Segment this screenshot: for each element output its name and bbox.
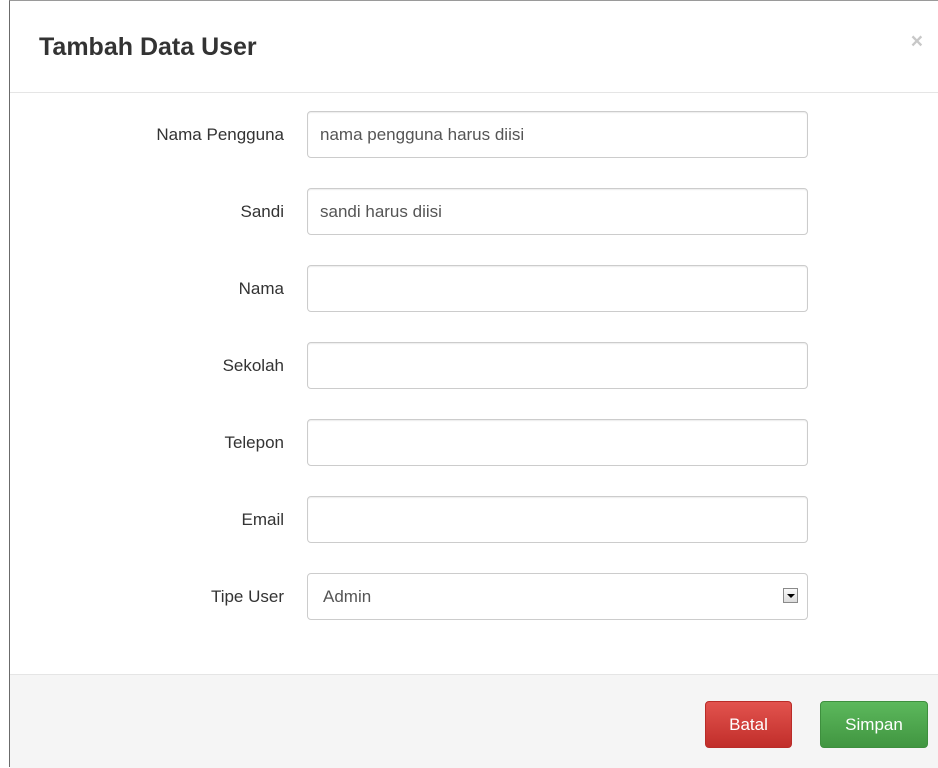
modal-header: Tambah Data User × (10, 1, 938, 93)
form-row-telepon: Telepon (10, 419, 938, 466)
nama-pengguna-input[interactable] (307, 111, 808, 158)
sandi-label: Sandi (240, 202, 284, 221)
sekolah-input[interactable] (307, 342, 808, 389)
email-input[interactable] (307, 496, 808, 543)
form-row-sekolah: Sekolah (10, 342, 938, 389)
tipe-user-select[interactable]: Admin (307, 573, 808, 620)
sandi-input[interactable] (307, 188, 808, 235)
form-row-tipe-user: Tipe User Admin (10, 573, 938, 620)
dropdown-arrow-icon[interactable] (783, 588, 798, 603)
telepon-input[interactable] (307, 419, 808, 466)
cancel-button[interactable]: Batal (705, 701, 792, 748)
nama-input[interactable] (307, 265, 808, 312)
form-row-nama: Nama (10, 265, 938, 312)
form-row-sandi: Sandi (10, 188, 938, 235)
save-button[interactable]: Simpan (820, 701, 928, 748)
close-icon[interactable]: × (911, 31, 923, 53)
form-row-nama-pengguna: Nama Pengguna (10, 111, 938, 158)
add-user-modal: Tambah Data User × Nama Pengguna Sandi N… (9, 0, 938, 768)
sekolah-label: Sekolah (222, 356, 284, 375)
modal-title: Tambah Data User (39, 33, 257, 61)
nama-label: Nama (238, 279, 284, 298)
tipe-user-selected-value: Admin (323, 587, 372, 606)
modal-footer: Batal Simpan (10, 674, 938, 768)
tipe-user-label: Tipe User (210, 587, 284, 606)
telepon-label: Telepon (224, 433, 284, 452)
email-label: Email (241, 510, 284, 529)
form-row-email: Email (10, 496, 938, 543)
nama-pengguna-label: Nama Pengguna (156, 125, 284, 144)
